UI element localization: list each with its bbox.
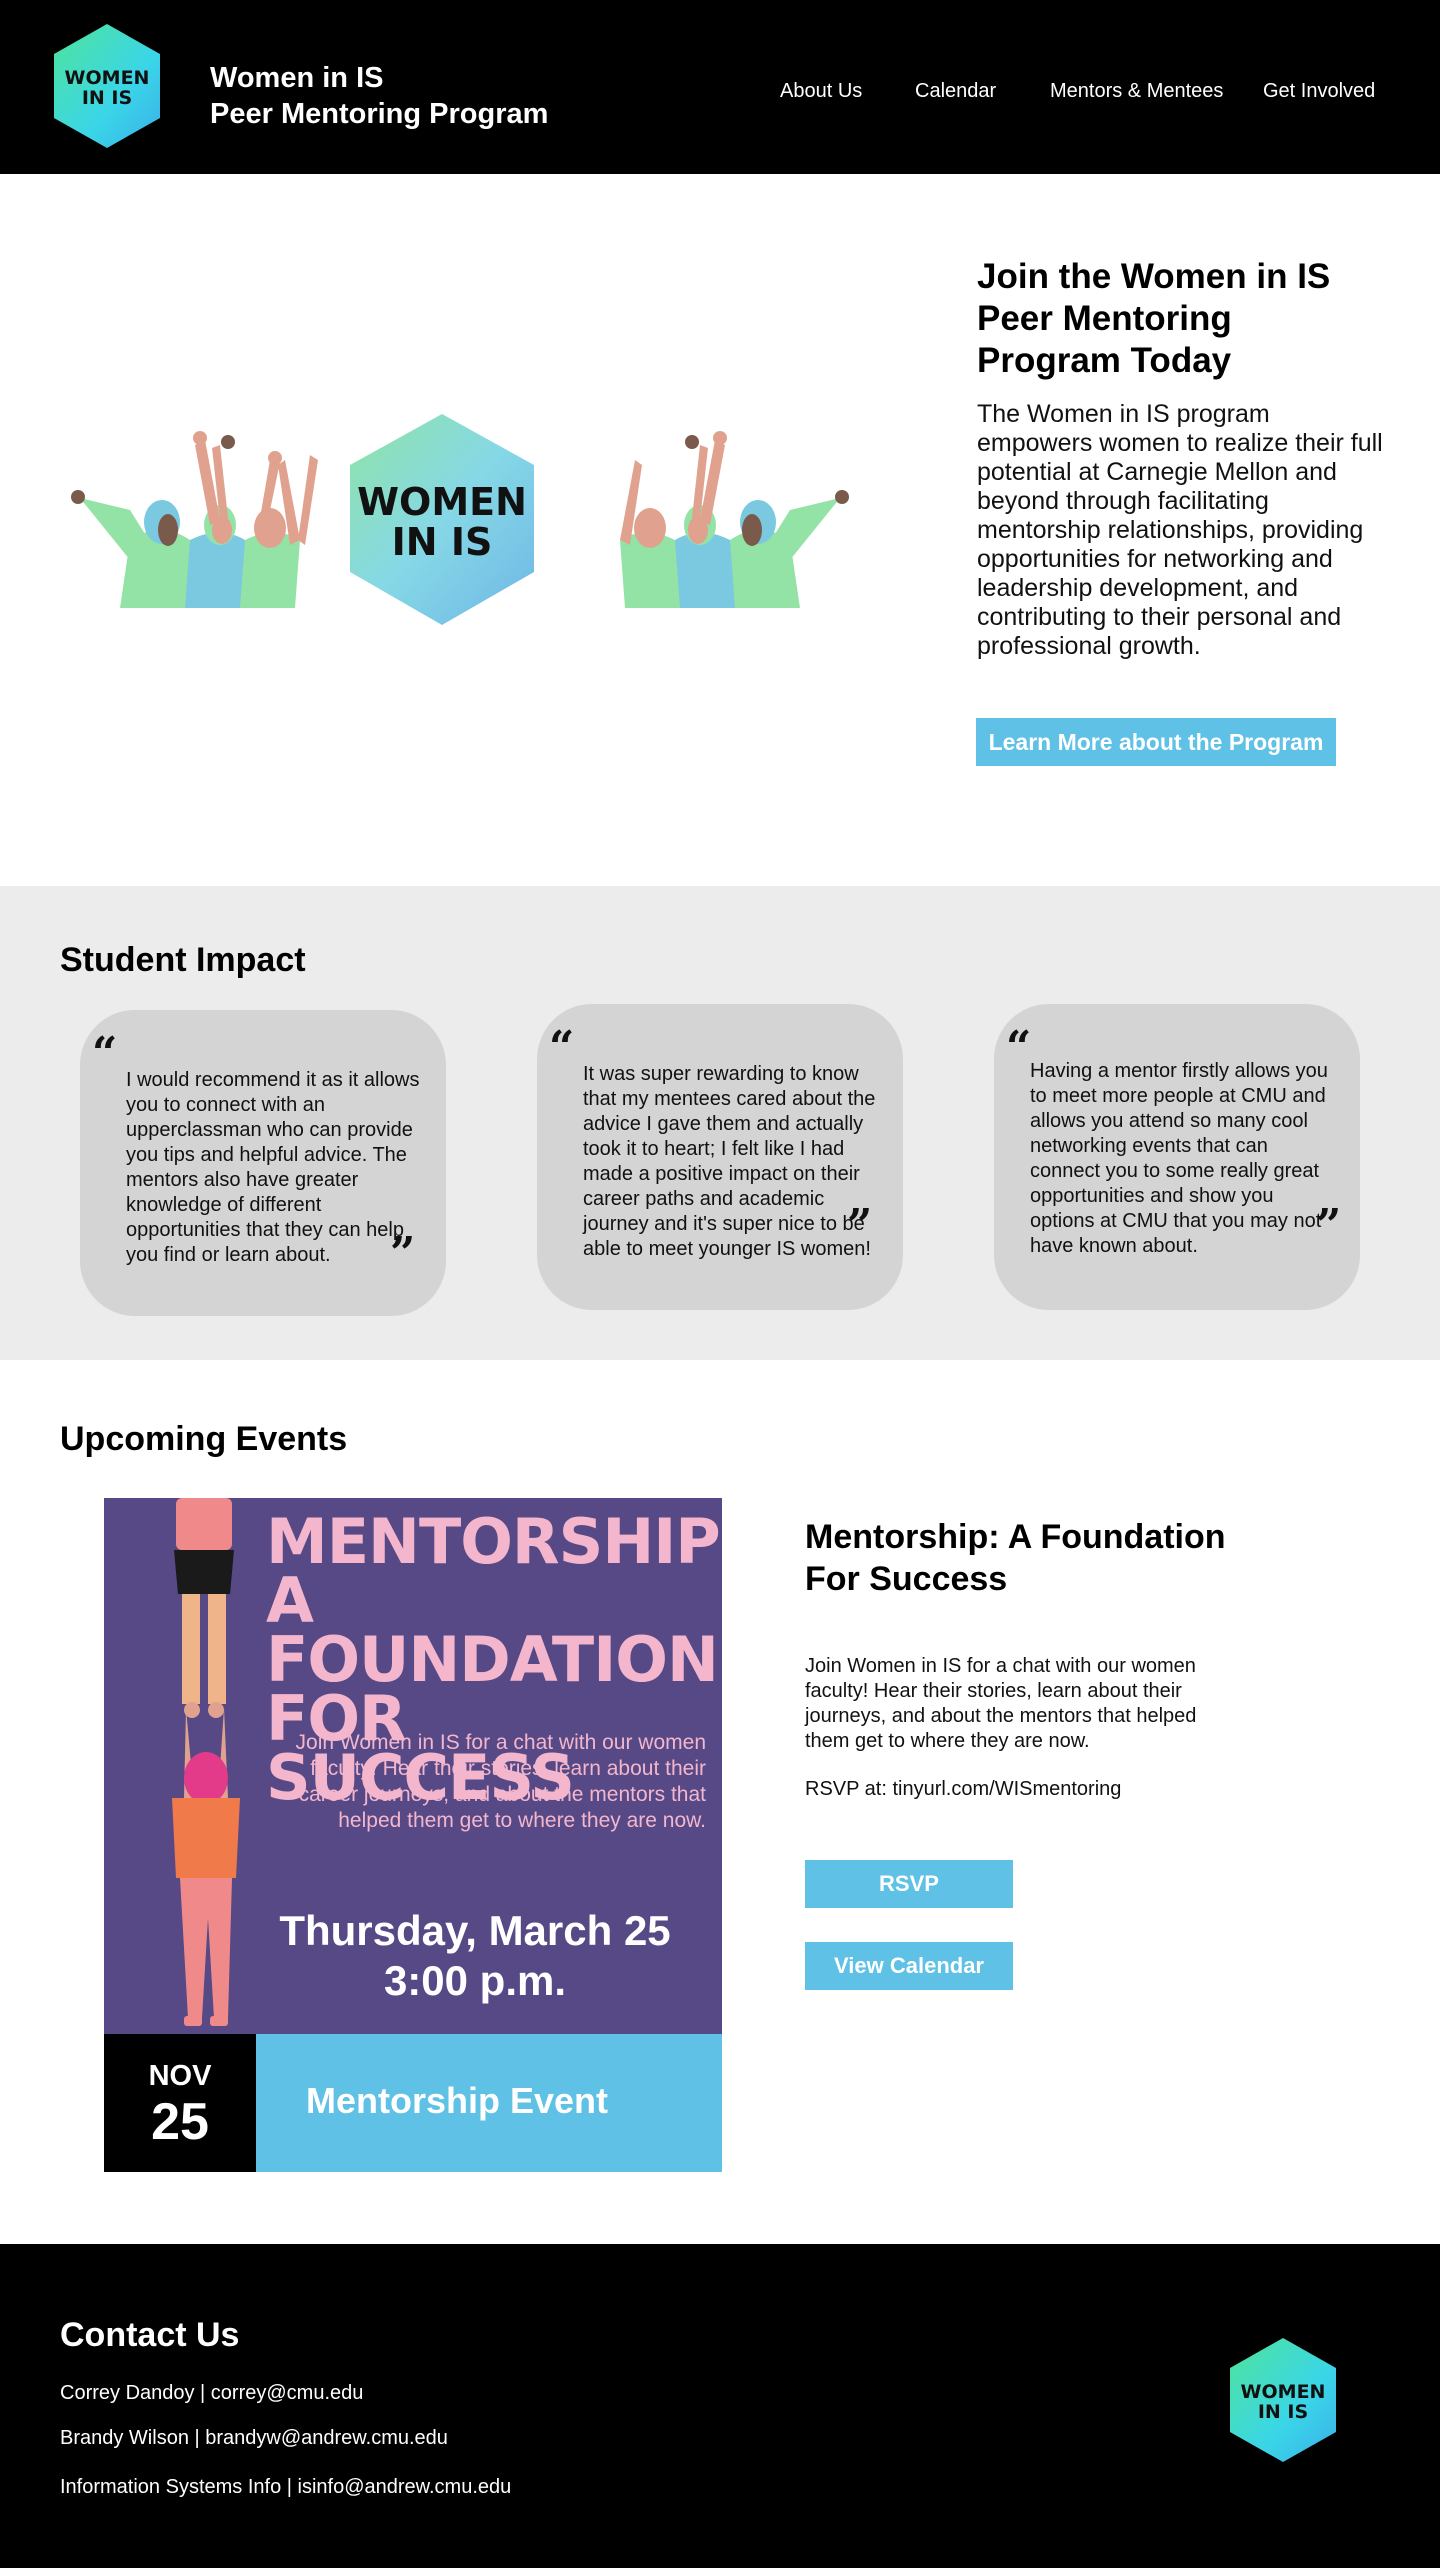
women-figures-left-icon: [71, 431, 318, 608]
events-title: Upcoming Events: [60, 1420, 348, 1458]
site-header: WOMEN IN IS Women in IS Peer Mentoring P…: [0, 0, 1440, 174]
women-figures-right-icon: [620, 431, 849, 608]
svg-text:IN IS: IN IS: [392, 520, 493, 564]
learn-more-button[interactable]: Learn More about the Program: [976, 718, 1336, 766]
contact-line: Information Systems Info | isinfo@andrew…: [60, 2476, 512, 2498]
rsvp-button[interactable]: RSVP: [805, 1860, 1013, 1908]
stacked-women-illustration-icon: [172, 1498, 240, 2026]
event-poster[interactable]: MENTORSHIP: A FOUNDATION FOR SUCCESS Joi…: [104, 1498, 722, 2034]
testimonial-card: “ I would recommend it as it allows you …: [80, 1010, 446, 1316]
testimonial-text: Having a mentor firstly allows you to me…: [1030, 1060, 1328, 1257]
close-quote-icon: ”: [1316, 1200, 1342, 1251]
contact-line: Brandy Wilson | brandyw@andrew.cmu.edu: [60, 2427, 448, 2449]
hero-title: Join the Women in IS Peer Mentoring Prog…: [977, 257, 1331, 380]
svg-text:IN IS: IN IS: [1258, 2401, 1308, 2423]
site-footer: Contact Us Correy Dandoy | correy@cmu.ed…: [0, 2244, 1440, 2568]
event-title: Mentorship: A Foundation For Success: [805, 1518, 1226, 1598]
event-rsvp-link-text[interactable]: RSVP at: tinyurl.com/WISmentoring: [805, 1778, 1121, 1801]
close-quote-icon: ”: [847, 1200, 873, 1251]
testimonial-text: I would recommend it as it allows you to…: [126, 1069, 420, 1266]
nav-get-involved[interactable]: Get Involved: [1263, 80, 1375, 103]
hero-hexagon-logo: WOMEN IN IS: [350, 414, 534, 625]
contact-title: Contact Us: [60, 2316, 240, 2354]
impact-title: Student Impact: [60, 941, 306, 979]
close-quote-icon: ”: [390, 1228, 416, 1279]
testimonial-card: “ Having a mentor firstly allows you to …: [994, 1004, 1360, 1310]
brand-line-2: Peer Mentoring Program: [210, 98, 549, 130]
event-day: 25: [151, 2093, 209, 2151]
svg-text:WOMEN: WOMEN: [1241, 2381, 1326, 2403]
brand-line-1: Women in IS: [210, 62, 384, 94]
nav-mentors-mentees[interactable]: Mentors & Mentees: [1050, 80, 1223, 103]
poster-description: Join Women in IS for a chat with our wom…: [295, 1731, 706, 1832]
nav-calendar[interactable]: Calendar: [915, 80, 996, 103]
women-in-is-logo[interactable]: WOMEN IN IS: [52, 22, 162, 150]
contact-line: Correy Dandoy | correy@cmu.edu: [60, 2382, 364, 2404]
poster-date: Thursday, March 25 3:00 p.m.: [244, 1906, 706, 2006]
testimonial-card: “ It was super rewarding to know that my…: [537, 1004, 903, 1310]
event-label: Mentorship Event: [306, 2080, 609, 2121]
view-calendar-button[interactable]: View Calendar: [805, 1942, 1013, 1990]
student-impact-section: Student Impact “ I would recommend it as…: [0, 886, 1440, 1360]
site-brand[interactable]: Women in IS Peer Mentoring Program: [210, 60, 548, 132]
poster-time-line: 3:00 p.m.: [383, 1957, 567, 2004]
footer-logo[interactable]: WOMEN IN IS: [1228, 2336, 1338, 2464]
open-quote-icon: “: [92, 1028, 118, 1079]
open-quote-icon: “: [549, 1022, 575, 1073]
svg-text:IN IS: IN IS: [82, 87, 132, 109]
open-quote-icon: “: [1006, 1022, 1032, 1073]
event-month: NOV: [148, 2060, 212, 2092]
poster-date-line: Thursday, March 25: [279, 1907, 671, 1954]
event-label-strip[interactable]: Mentorship Event: [256, 2034, 722, 2172]
hero-description: The Women in IS program empowers women t…: [977, 400, 1383, 660]
testimonial-text: It was super rewarding to know that my m…: [583, 1063, 876, 1260]
event-description: Join Women in IS for a chat with our wom…: [805, 1655, 1197, 1752]
hero-illustration: WOMEN IN IS: [71, 414, 849, 625]
svg-text:WOMEN: WOMEN: [65, 67, 150, 89]
event-date-block: NOV 25: [104, 2034, 256, 2172]
svg-text:WOMEN: WOMEN: [357, 480, 527, 524]
nav-about-us[interactable]: About Us: [780, 80, 862, 103]
